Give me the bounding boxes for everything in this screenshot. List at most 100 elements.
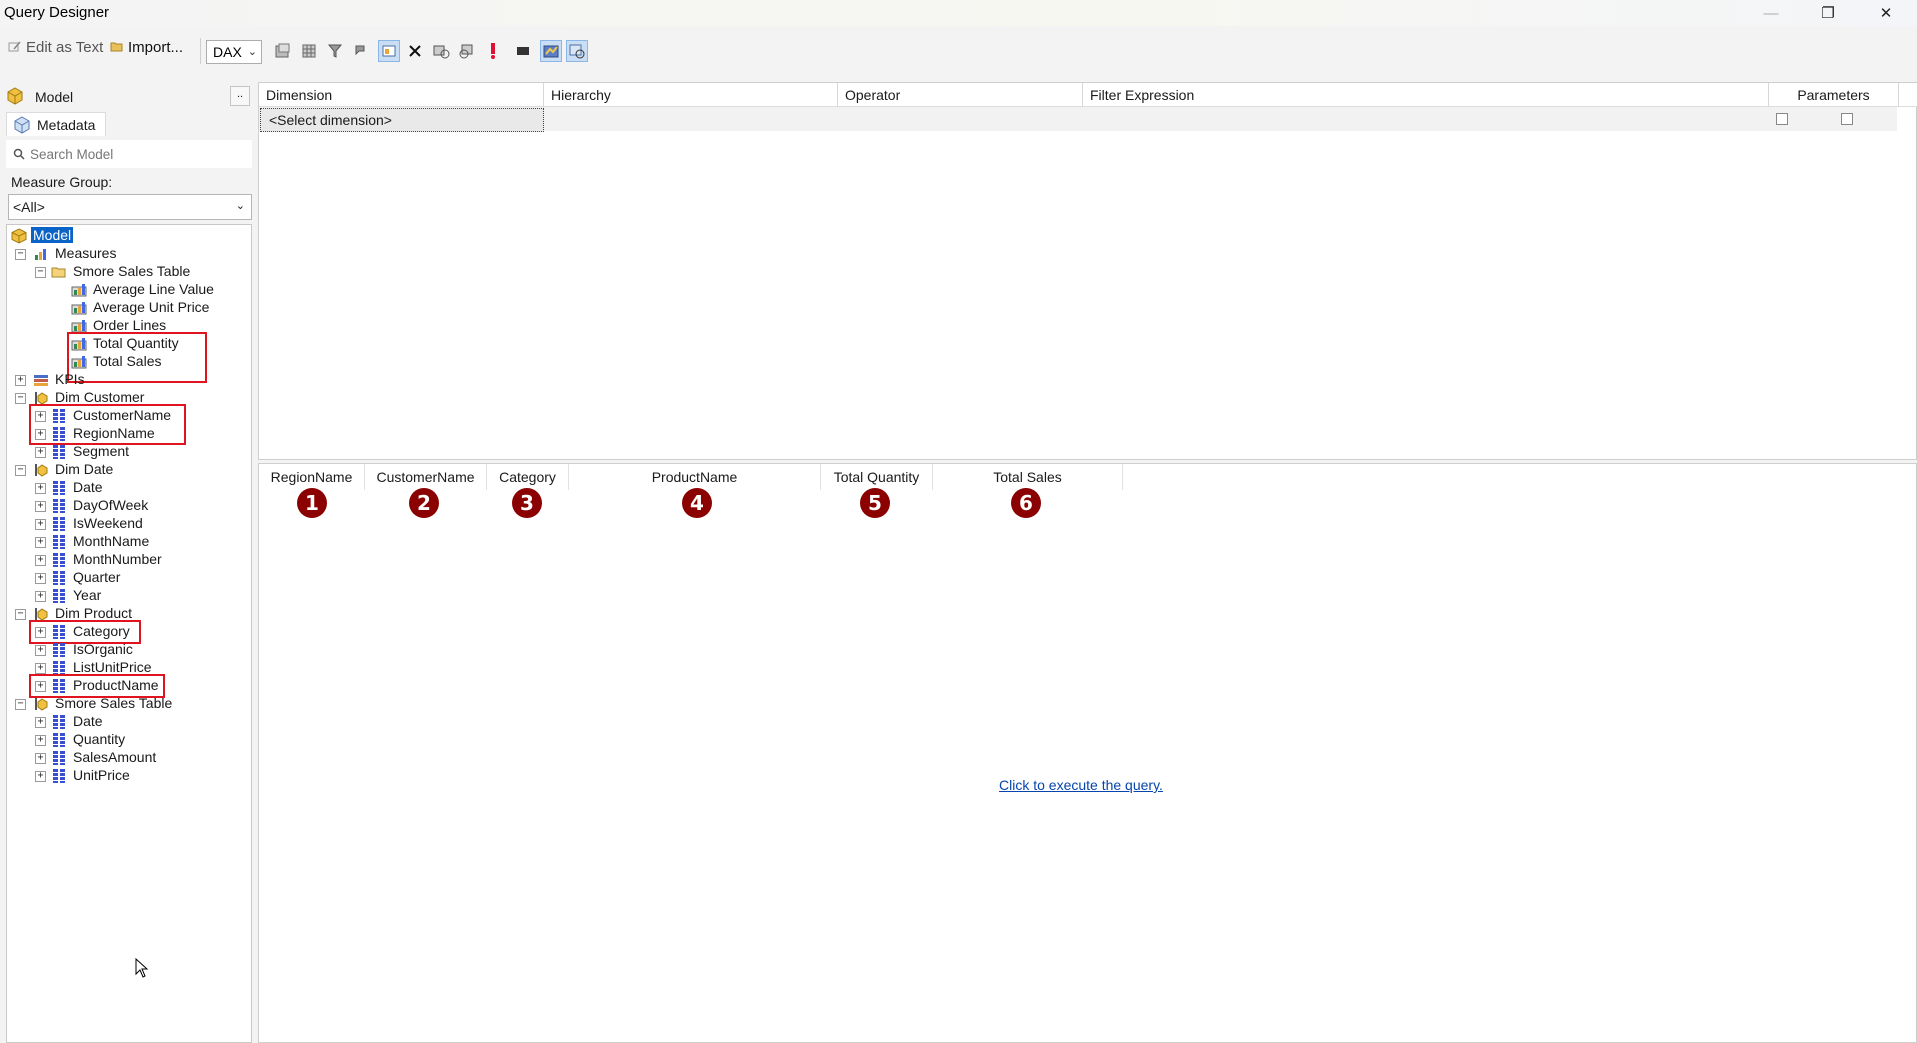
grid-icon[interactable] [298,40,320,62]
filter-row[interactable]: <Select dimension> [259,107,1897,132]
filter-checkbox[interactable] [1776,113,1788,125]
measure-icon [71,302,87,315]
search-model-input[interactable]: Search Model [6,140,252,168]
execute-query-link[interactable]: Click to execute the query. [999,777,1163,793]
toolbar-separator [200,38,201,64]
expand-icon[interactable]: + [35,501,46,512]
attribute-icon [53,715,65,729]
collapse-icon[interactable]: − [15,249,26,260]
add-calculated-member-icon[interactable] [272,40,294,62]
select-dimension-cell[interactable]: <Select dimension> [260,108,544,132]
close-button[interactable]: ✕ [1858,0,1914,26]
expand-icon[interactable]: + [35,753,46,764]
results-pane: RegionName CustomerName Category Product… [258,463,1917,1043]
collapse-icon[interactable]: − [35,267,46,278]
edit-text-icon [8,41,21,52]
number-badge-5: 5 [860,488,890,518]
prepare-query-icon[interactable] [456,40,478,62]
show-aggregates-icon[interactable] [566,40,588,62]
collapse-icon[interactable]: − [15,465,26,476]
open-folder-icon [110,42,123,52]
expand-icon[interactable]: + [35,591,46,602]
filter-col-dimension[interactable]: Dimension [259,83,544,107]
expand-icon[interactable]: + [35,645,46,656]
auto-execute-icon[interactable] [540,40,562,62]
query-language-value: DAX [213,44,242,60]
tree-root-label: Model [31,227,74,243]
kpi-icon [34,375,48,386]
minimize-button[interactable]: — [1743,0,1799,26]
query-parameters-icon[interactable] [430,40,452,62]
attribute-icon [53,589,65,603]
delete-icon[interactable] [404,40,426,62]
edit-as-text-button[interactable]: Edit as Text [8,36,103,58]
filter-col-hierarchy[interactable]: Hierarchy [544,83,838,107]
result-col-total-sales[interactable]: Total Sales [933,464,1123,490]
collapse-icon[interactable]: − [15,393,26,404]
result-col-total-quantity[interactable]: Total Quantity [821,464,933,490]
browse-cube-button[interactable]: .. [230,86,250,106]
highlight-box-measures [67,332,207,383]
filter-col-filter-expression[interactable]: Filter Expression [1083,83,1769,107]
query-language-select[interactable]: DAX ⌄ [206,40,262,64]
filter-col-parameters[interactable]: Parameters [1769,83,1899,107]
metadata-tree[interactable]: Model − Measures − Smore Sales Table Ave… [6,224,252,1043]
measure-group-value: <All> [13,199,45,215]
search-placeholder: Search Model [30,147,114,162]
tab-metadata-label: Metadata [37,117,96,133]
attribute-icon [53,643,65,657]
chevron-down-icon: ⌄ [247,46,257,58]
edit-as-text-label: Edit as Text [26,38,104,56]
number-badge-3: 3 [512,488,542,518]
attribute-icon [53,445,65,459]
mouse-cursor-icon [135,958,149,978]
expand-icon[interactable]: + [35,555,46,566]
title-bar: Query Designer — ❐ ✕ [0,0,1917,26]
expand-icon[interactable]: + [35,573,46,584]
parameters-icon[interactable] [350,40,372,62]
tab-metadata[interactable]: Metadata [6,112,106,136]
attribute-icon [53,571,65,585]
result-col-customer-name[interactable]: CustomerName [365,464,487,490]
measures-icon [35,249,46,260]
expand-icon[interactable]: + [35,717,46,728]
run-query-icon[interactable] [482,40,504,62]
filter-icon[interactable] [324,40,346,62]
expand-icon[interactable]: + [35,771,46,782]
result-col-region-name[interactable]: RegionName [259,464,365,490]
result-col-product-name[interactable]: ProductName [569,464,821,490]
measure-group-select[interactable]: <All> ⌄ [8,194,252,220]
expand-icon[interactable]: + [35,447,46,458]
maximize-button[interactable]: ❐ [1800,0,1856,26]
dimension-icon [35,464,48,477]
attribute-icon [53,553,65,567]
attribute-icon [53,481,65,495]
cube-icon [11,228,27,244]
open-folder-icon [51,267,66,278]
expand-icon[interactable]: + [35,663,46,674]
number-badge-6: 6 [1011,488,1041,518]
window-title: Query Designer [4,4,110,21]
number-badge-4: 4 [682,488,712,518]
collapse-icon[interactable]: − [15,609,26,620]
chevron-down-icon: ⌄ [235,200,245,212]
highlight-box-customer [29,404,186,445]
filter-col-operator[interactable]: Operator [838,83,1083,107]
model-selector[interactable]: Model .. [6,84,252,110]
collapse-icon[interactable]: − [15,699,26,710]
show-empty-cells-icon[interactable] [378,40,400,62]
expand-icon[interactable]: + [35,519,46,530]
expand-icon[interactable]: + [35,483,46,494]
number-badge-2: 2 [409,488,439,518]
expand-icon[interactable]: + [35,537,46,548]
measure-icon [71,284,87,297]
filter-pane: Dimension Hierarchy Operator Filter Expr… [258,82,1917,460]
design-mode-icon[interactable] [512,40,534,62]
model-label: Model [35,89,74,105]
parameter-checkbox[interactable] [1841,113,1853,125]
import-button[interactable]: Import... [110,36,183,58]
expand-icon[interactable]: + [35,735,46,746]
expand-icon[interactable]: + [15,375,26,386]
import-label: Import... [128,38,184,56]
result-col-category[interactable]: Category [487,464,569,490]
